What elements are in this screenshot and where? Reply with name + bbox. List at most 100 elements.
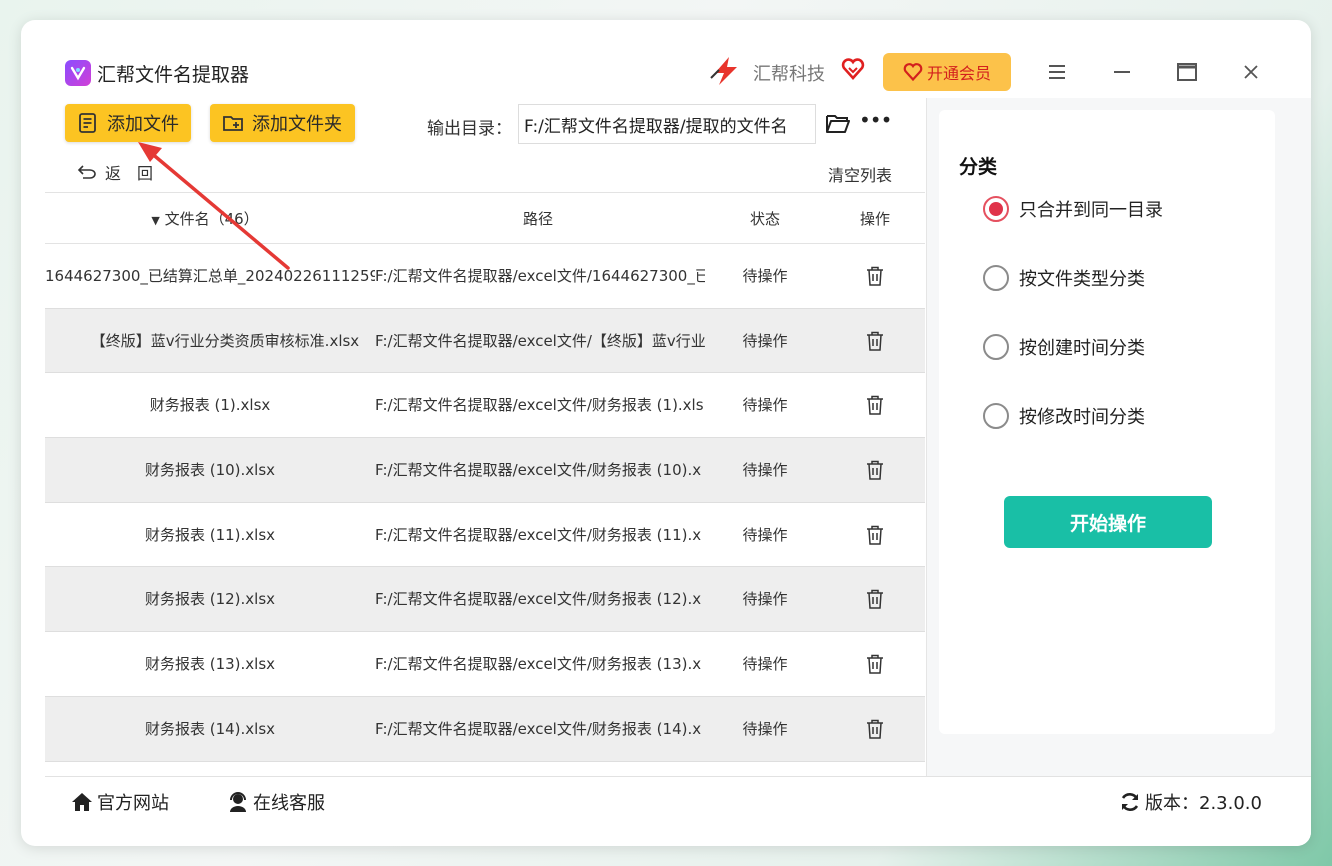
delete-button[interactable] bbox=[845, 503, 905, 567]
file-name-cell: 财务报表 (12).xlsx bbox=[144, 590, 276, 609]
radio-merge-same-dir[interactable]: 只合并到同一目录 bbox=[983, 196, 1163, 222]
status-cell: 待操作 bbox=[742, 655, 788, 674]
heart-icon bbox=[903, 63, 923, 82]
home-icon bbox=[72, 793, 92, 811]
delete-button[interactable] bbox=[845, 632, 905, 696]
more-options-button[interactable]: ••• bbox=[859, 108, 892, 138]
trash-icon bbox=[867, 590, 883, 610]
panel-title: 分类 bbox=[959, 156, 998, 178]
trash-icon bbox=[867, 460, 883, 480]
trash-icon bbox=[867, 719, 883, 739]
vip-button[interactable]: 开通会员 bbox=[883, 53, 1011, 91]
add-file-button[interactable]: 添加文件 bbox=[65, 104, 191, 142]
status-cell: 待操作 bbox=[742, 719, 788, 738]
classification-panel: 分类 只合并到同一目录 按文件类型分类 按创建时间分类 按修改时间分类 开始操作 bbox=[939, 110, 1275, 734]
app-logo-icon bbox=[65, 60, 91, 86]
delete-button[interactable] bbox=[845, 244, 905, 308]
trash-icon bbox=[867, 396, 883, 416]
file-path-cell: F:/汇帮文件名提取器/excel文件/财务报表 (14).x bbox=[375, 719, 702, 738]
delete-button[interactable] bbox=[845, 373, 905, 437]
title-bar: 汇帮文件名提取器 汇帮科技 开通会员 bbox=[21, 20, 1311, 98]
radio-button-icon bbox=[983, 403, 1009, 429]
status-cell: 待操作 bbox=[742, 396, 788, 415]
radio-button-icon bbox=[983, 334, 1009, 360]
file-name-cell: 财务报表 (1).xlsx bbox=[149, 396, 271, 415]
output-dir-label: 输出目录： bbox=[427, 119, 512, 139]
maximize-icon[interactable] bbox=[1173, 58, 1201, 86]
add-folder-label: 添加文件夹 bbox=[252, 114, 342, 135]
delete-button[interactable] bbox=[845, 438, 905, 502]
minimize-icon[interactable] bbox=[1108, 58, 1136, 86]
headset-icon bbox=[230, 792, 246, 812]
radio-button-icon bbox=[983, 196, 1009, 222]
brand-name: 汇帮科技 bbox=[753, 64, 825, 85]
column-header-path: 路径 bbox=[522, 210, 553, 228]
back-icon bbox=[77, 165, 96, 179]
file-path-cell: F:/汇帮文件名提取器/excel文件/财务报表 (13).x bbox=[375, 655, 702, 674]
trash-icon bbox=[867, 266, 883, 286]
main-area: 添加文件 添加文件夹 输出目录： ••• 返 回 清空列表 ▼ bbox=[45, 98, 925, 776]
radio-button-icon bbox=[983, 265, 1009, 291]
trash-icon bbox=[867, 331, 883, 351]
radio-by-modify-time[interactable]: 按修改时间分类 bbox=[983, 403, 1145, 429]
delete-button[interactable] bbox=[845, 309, 905, 373]
table-header: ▼ 文件名（46） 路径 状态 操作 bbox=[45, 192, 925, 244]
file-name-cell: 财务报表 (11).xlsx bbox=[144, 525, 276, 544]
column-header-op: 操作 bbox=[859, 210, 890, 228]
column-header-name[interactable]: ▼ 文件名（46） bbox=[105, 193, 305, 245]
add-folder-button[interactable]: 添加文件夹 bbox=[210, 104, 355, 142]
radio-by-file-type[interactable]: 按文件类型分类 bbox=[983, 265, 1145, 291]
table-row[interactable]: 【终版】蓝v行业分类资质审核标准.xlsx F:/汇帮文件名提取器/excel文… bbox=[45, 308, 925, 374]
file-path-cell: F:/汇帮文件名提取器/excel文件/财务报表 (10).x bbox=[375, 461, 702, 480]
file-name-cell: 1644627300_已结算汇总单_20240226111259.c bbox=[45, 267, 375, 285]
refresh-icon[interactable] bbox=[1119, 791, 1141, 813]
file-list: 1644627300_已结算汇总单_20240226111259.c F:/汇帮… bbox=[45, 244, 925, 778]
file-name-cell: 财务报表 (13).xlsx bbox=[144, 655, 276, 674]
table-row[interactable]: 财务报表 (13).xlsx F:/汇帮文件名提取器/excel文件/财务报表 … bbox=[45, 632, 925, 697]
file-add-icon bbox=[79, 113, 96, 133]
delete-button[interactable] bbox=[845, 567, 905, 631]
app-window: 汇帮文件名提取器 汇帮科技 开通会员 添加文件 添加文件夹 输出目录： F:/汇… bbox=[21, 20, 1311, 846]
column-header-status: 状态 bbox=[749, 210, 780, 228]
brand-logo-icon bbox=[710, 57, 737, 85]
table-row[interactable]: 财务报表 (11).xlsx F:/汇帮文件名提取器/excel文件/财务报表 … bbox=[45, 503, 925, 568]
table-row[interactable]: 财务报表 (14).xlsx F:/汇帮文件名提取器/excel文件/财务报表 … bbox=[45, 696, 925, 762]
sidebar: 分类 只合并到同一目录 按文件类型分类 按创建时间分类 按修改时间分类 开始操作 bbox=[926, 98, 1311, 776]
table-row[interactable]: 1644627300_已结算汇总单_20240226111259.c F:/汇帮… bbox=[45, 244, 925, 309]
status-cell: 待操作 bbox=[742, 590, 788, 609]
folder-icon[interactable] bbox=[825, 112, 851, 136]
online-support-link[interactable]: 在线客服 bbox=[227, 789, 325, 815]
status-cell: 待操作 bbox=[742, 267, 788, 285]
output-dir-input[interactable] bbox=[518, 104, 816, 144]
trash-icon bbox=[867, 654, 883, 674]
file-path-cell: F:/汇帮文件名提取器/excel文件/财务报表 (11).x bbox=[375, 525, 702, 544]
status-cell: 待操作 bbox=[742, 525, 788, 544]
status-cell: 待操作 bbox=[742, 461, 788, 480]
back-button[interactable]: 返 回 bbox=[77, 160, 153, 184]
folder-add-icon bbox=[223, 116, 243, 131]
official-website-link[interactable]: 官方网站 bbox=[71, 789, 169, 815]
footer: 官方网站 在线客服 版本：2.3.0.0 bbox=[45, 776, 1311, 846]
file-name-cell: 财务报表 (10).xlsx bbox=[144, 461, 276, 480]
sort-down-icon: ▼ bbox=[151, 214, 160, 227]
trash-icon bbox=[867, 525, 883, 545]
back-label: 返 回 bbox=[105, 164, 154, 183]
table-row[interactable]: 财务报表 (12).xlsx F:/汇帮文件名提取器/excel文件/财务报表 … bbox=[45, 567, 925, 633]
close-icon[interactable] bbox=[1237, 58, 1265, 86]
file-path-cell: F:/汇帮文件名提取器/excel文件/1644627300_已 bbox=[375, 267, 705, 285]
file-name-cell: 财务报表 (14).xlsx bbox=[144, 719, 276, 738]
status-cell: 待操作 bbox=[742, 331, 788, 350]
file-name-cell: 【终版】蓝v行业分类资质审核标准.xlsx bbox=[90, 331, 360, 350]
radio-by-create-time[interactable]: 按创建时间分类 bbox=[983, 334, 1145, 360]
heart-icon bbox=[841, 58, 865, 80]
vip-label: 开通会员 bbox=[926, 64, 991, 83]
start-button[interactable]: 开始操作 bbox=[1004, 496, 1212, 548]
table-row[interactable]: 财务报表 (1).xlsx F:/汇帮文件名提取器/excel文件/财务报表 (… bbox=[45, 373, 925, 439]
version-info: 版本：2.3.0.0 bbox=[1119, 789, 1262, 815]
file-path-cell: F:/汇帮文件名提取器/excel文件/财务报表 (1).xls bbox=[375, 396, 704, 415]
delete-button[interactable] bbox=[845, 697, 905, 761]
table-row[interactable]: 财务报表 (10).xlsx F:/汇帮文件名提取器/excel文件/财务报表 … bbox=[45, 438, 925, 503]
menu-icon[interactable] bbox=[1043, 58, 1071, 86]
add-file-label: 添加文件 bbox=[107, 114, 179, 135]
clear-list-button[interactable]: 清空列表 bbox=[828, 162, 892, 186]
